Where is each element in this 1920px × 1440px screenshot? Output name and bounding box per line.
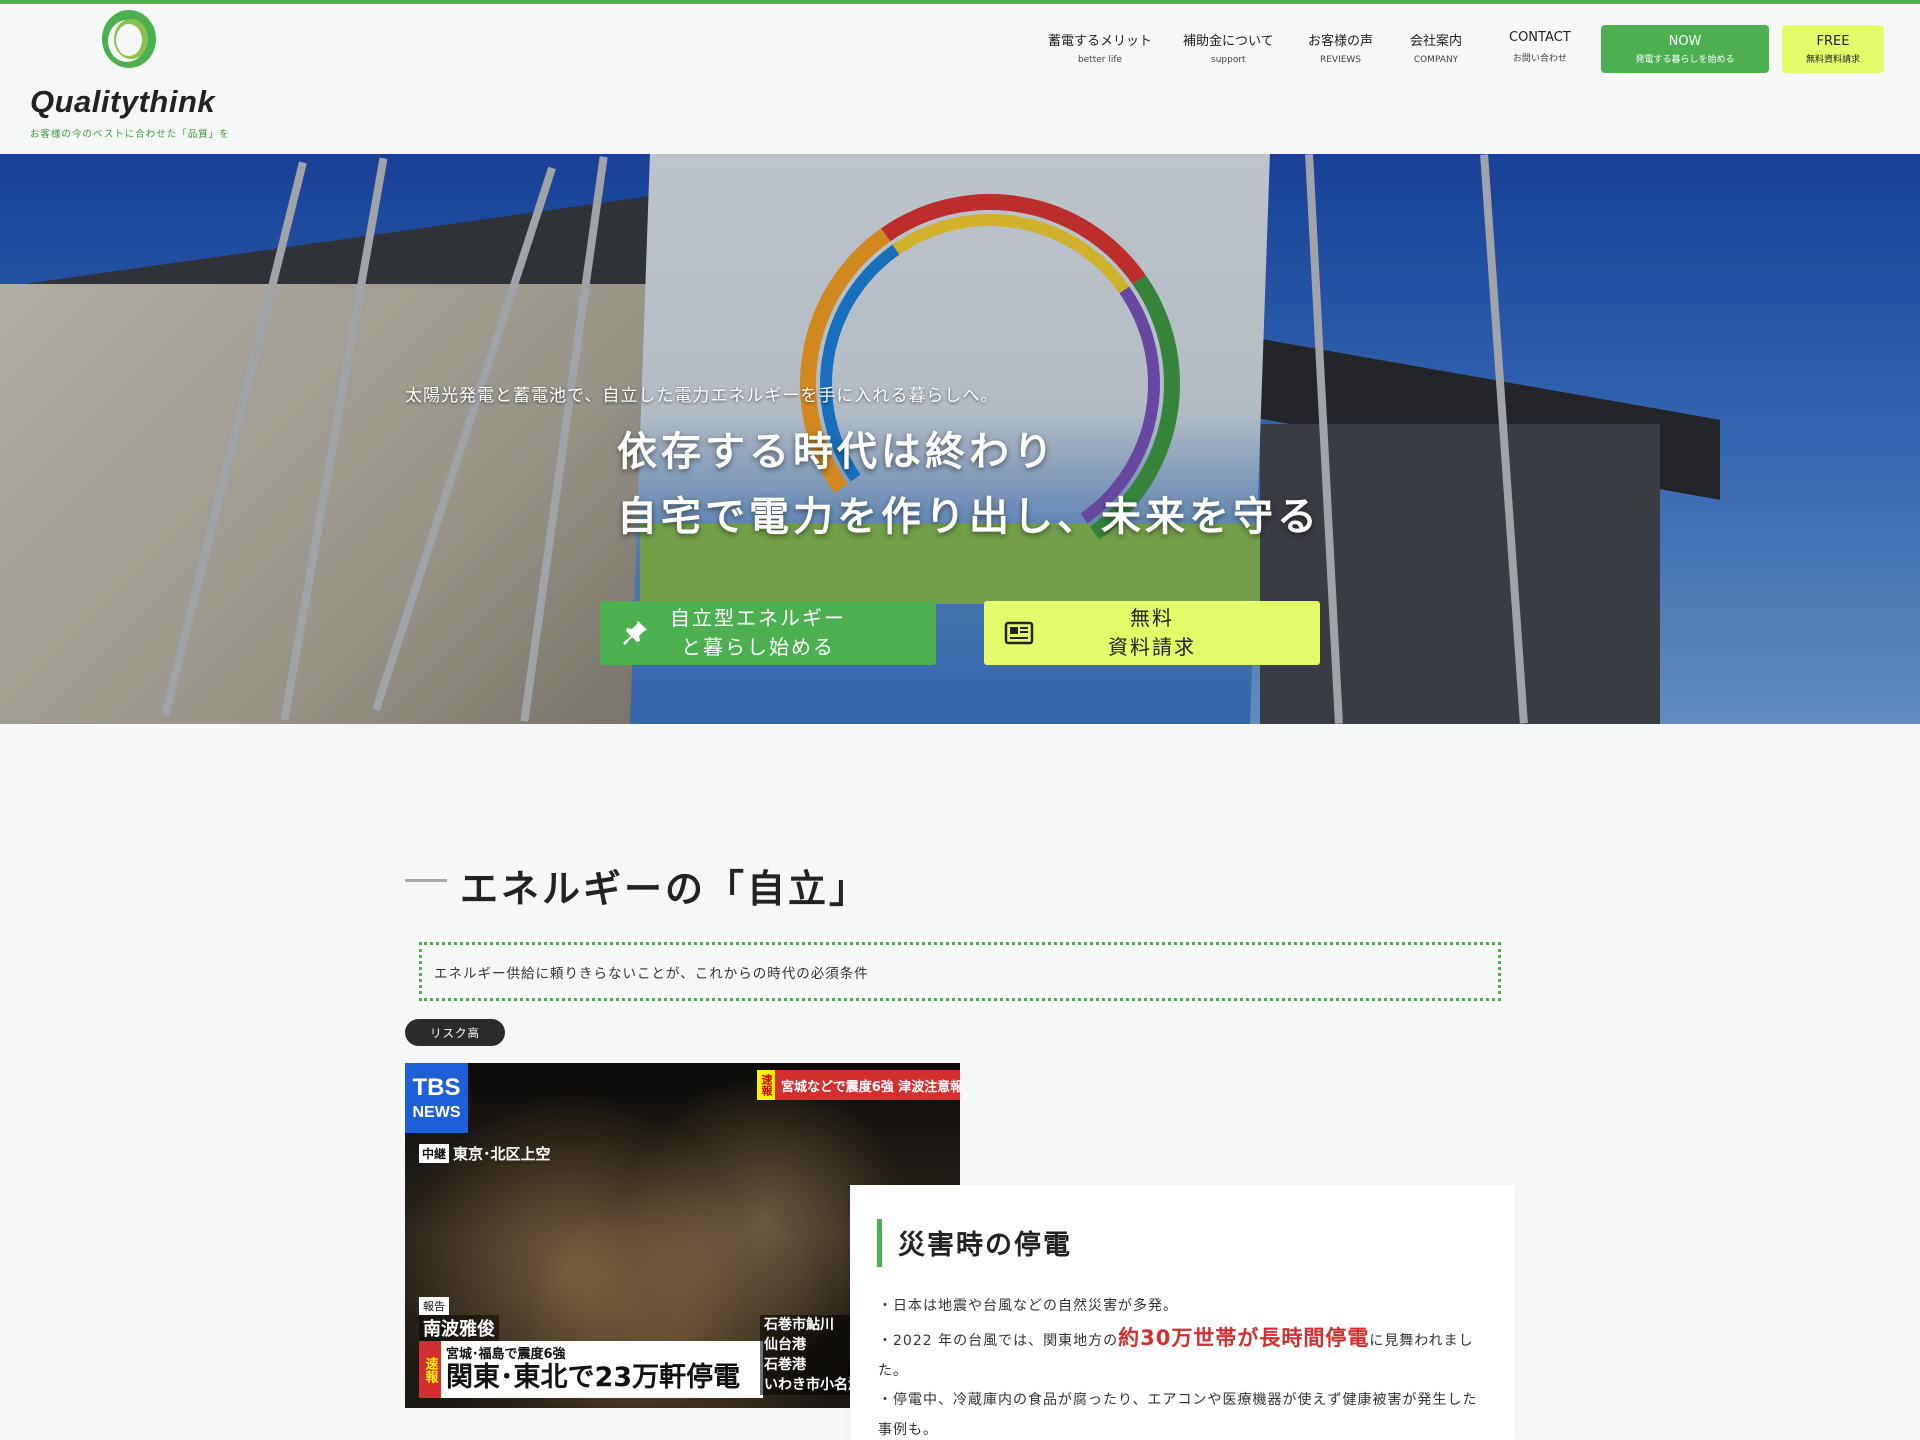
nav-item-reviews[interactable]: お客様の声 REVIEWS [1308, 30, 1373, 65]
reporter-name: 南波雅俊 [419, 1315, 499, 1341]
breaking-news-banner: 速報 宮城などで震度6強 津波注意報 [757, 1070, 960, 1100]
tbs-logo-bottom: NEWS [412, 1104, 461, 1121]
section-lead-text: エネルギー供給に頼りきらないことが、これからの時代の必須条件 [434, 965, 869, 982]
free-docs-cta-button[interactable]: 無料 資料請求 [984, 601, 1320, 665]
hero-headline-1: 依存する時代は終わり [617, 429, 1057, 475]
breaking-text: 宮城などで震度6強 津波注意報 [781, 1079, 960, 1095]
tbs-logo-top: TBS [412, 1074, 461, 1101]
blackout-info-card: 災害時の停電 ・日本は地震や台風などの自然災害が多発。 ・2022 年の台風では… [850, 1185, 1515, 1440]
nav-label: 会社案内 [1410, 34, 1463, 49]
lower-third-caption: 速報 宮城･福島で震度6強 関東･東北で23万軒停電 [419, 1341, 763, 1398]
card-point-2: ・2022 年の台風では、関東地方の約30万世帯が長時間停電に見舞われました。 [878, 1323, 1488, 1386]
logo-mark-icon[interactable] [100, 8, 158, 70]
site-header: Qualitythink お客様の今のベストに合わせた「品質」を 蓄電するメリッ… [0, 4, 1920, 154]
card-point-3: ・停電中、冷蔵庫内の食品が腐ったり、エアコンや医療機器が使えず健康被害が発生した… [878, 1392, 1478, 1438]
start-energy-cta-button[interactable]: 自立型エネルギー と暮らし始める [600, 601, 936, 665]
cta-free-line1: 無料 [1130, 606, 1174, 630]
now-button-label: NOW [1668, 33, 1702, 49]
free-button-sublabel: 無料資料請求 [1805, 54, 1860, 65]
section-title: エネルギーの「自立」 [460, 867, 871, 911]
card-point-2-before: ・2022 年の台風では、関東地方の [878, 1333, 1119, 1349]
header-now-button[interactable]: NOW 発電する暮らしを始める [1601, 25, 1769, 73]
nav-item-contact[interactable]: CONTACT お問い合わせ [1509, 30, 1571, 64]
logo-tagline: お客様の今のベストに合わせた「品質」を [30, 129, 230, 140]
newspaper-icon [984, 620, 1054, 646]
hero-section: 太陽光発電と蓄電池で、自立した電力エネルギーを手に入れる暮らしへ。 依存する時代… [0, 154, 1920, 724]
card-point-2-highlight: 約30万世帯が長時間停電 [1118, 1326, 1370, 1350]
card-title: 災害時の停電 [898, 1230, 1072, 1261]
live-tag: 中継 [419, 1144, 450, 1163]
nav-sublabel: COMPANY [1413, 55, 1459, 65]
report-tag: 報告 [419, 1297, 449, 1315]
lower-third-line1: 宮城･福島で震度6強 [446, 1347, 566, 1362]
hero-subtitle: 太陽光発電と蓄電池で、自立した電力エネルギーを手に入れる暮らしへ。 [405, 386, 999, 406]
nav-label: CONTACT [1509, 30, 1571, 45]
nav-item-company[interactable]: 会社案内 COMPANY [1410, 30, 1462, 65]
live-caption: 中継 東京･北区上空 [419, 1143, 551, 1164]
nav-label: 蓄電するメリット [1048, 34, 1153, 49]
nav-item-benefits[interactable]: 蓄電するメリット better life [1048, 30, 1152, 65]
nav-sublabel: better life [1077, 55, 1123, 65]
nav-sublabel: support [1211, 55, 1246, 65]
nav-sublabel: REVIEWS [1319, 55, 1362, 65]
lower-third-line2: 関東･東北で23万軒停電 [446, 1362, 741, 1393]
cta-free-line2: 資料請求 [1108, 635, 1196, 659]
hero-headline-2: 自宅で電力を作り出し、未来を守る [617, 494, 1321, 540]
cta-start-line1: 自立型エネルギー [670, 606, 846, 630]
risk-badge: リスク高 [405, 1019, 505, 1046]
now-button-sublabel: 発電する暮らしを始める [1635, 54, 1735, 65]
logo-text[interactable]: Qualitythink [30, 84, 215, 120]
nav-label: お客様の声 [1308, 34, 1374, 49]
free-button-label: FREE [1816, 33, 1850, 49]
breaking-tag: 速報 [757, 1070, 775, 1100]
section-lead-box: エネルギー供給に頼りきらないことが、これからの時代の必須条件 [419, 942, 1501, 1001]
lower-third-tag: 速報 [419, 1341, 441, 1398]
section-title-dash [405, 879, 447, 882]
card-title-bar [877, 1219, 882, 1267]
nav-item-support[interactable]: 補助金について support [1183, 30, 1274, 65]
pushpin-icon [600, 618, 670, 648]
live-location: 東京･北区上空 [453, 1145, 551, 1163]
header-free-button[interactable]: FREE 無料資料請求 [1782, 25, 1884, 73]
card-point-1: ・日本は地震や台風などの自然災害が多発。 [878, 1298, 1178, 1314]
tbs-news-logo: TBS NEWS [405, 1063, 468, 1133]
cta-start-line2: と暮らし始める [681, 635, 835, 659]
nav-label: 補助金について [1183, 34, 1274, 49]
nav-sublabel: お問い合わせ [1512, 54, 1567, 64]
